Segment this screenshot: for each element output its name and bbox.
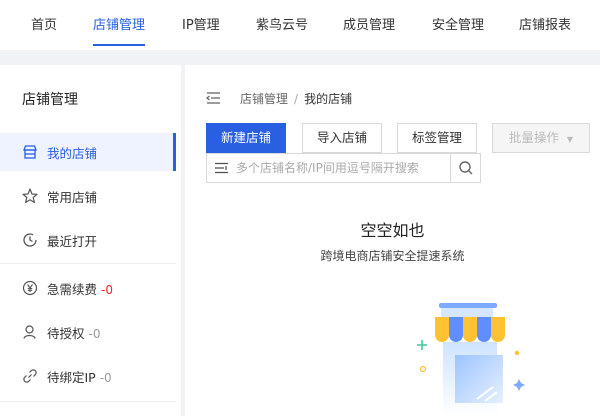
user-icon — [23, 325, 36, 339]
sidebar-item-label: 常用店铺 — [47, 190, 98, 205]
sidebar-item-label: 待绑定IP -0 — [47, 370, 112, 385]
collapse-menu-icon[interactable] — [205, 91, 221, 105]
sidebar-title: 店铺管理 — [22, 92, 78, 108]
tab-ziniao-cloud[interactable]: 紫鸟云号 — [256, 14, 308, 33]
sidebar-scrollbar[interactable] — [176, 65, 181, 416]
breadcrumb-separator: / — [294, 92, 299, 106]
sidebar-item-pending-authorization[interactable]: 待授权 -0 — [0, 313, 176, 351]
yuan-icon — [22, 280, 38, 296]
sidebar-divider — [0, 263, 176, 264]
sidebar-item-favorite-stores[interactable]: 常用店铺 — [0, 177, 176, 215]
breadcrumb: 店铺管理 / 我的店铺 — [240, 90, 352, 107]
breadcrumb-parent[interactable]: 店铺管理 — [240, 92, 288, 106]
new-store-button[interactable]: 新建店铺 — [206, 123, 286, 153]
tab-store-reports[interactable]: 店铺报表 — [519, 14, 571, 33]
empty-store-illustration — [417, 303, 525, 416]
count-badge: -0 — [101, 283, 113, 297]
search-input[interactable] — [236, 158, 446, 178]
sidebar-item-recently-opened[interactable]: 最近打开 — [0, 221, 176, 259]
tab-ip-management[interactable]: IP管理 — [182, 14, 220, 33]
caret-down-icon: ▼ — [566, 135, 574, 144]
empty-state-subtitle: 跨境电商店铺安全提速系统 — [320, 249, 465, 263]
search-box — [206, 153, 481, 183]
count-badge: -0 — [99, 371, 112, 385]
batch-ops-dropdown[interactable]: 批量操作 ▼ — [492, 123, 590, 153]
count-badge: -0 — [88, 327, 101, 341]
sidebar-item-label: 急需续费 -0 — [47, 282, 113, 297]
sidebar-item-my-stores[interactable]: 我的店铺 — [0, 133, 176, 171]
main-panel: 店铺管理 / 我的店铺 新建店铺 导入店铺 标签管理 批量操作 ▼ 空空如也 跨境电… — [185, 65, 600, 416]
tab-security-management[interactable]: 安全管理 — [432, 14, 484, 33]
sidebar-divider — [0, 401, 176, 402]
tab-member-management[interactable]: 成员管理 — [343, 14, 395, 33]
tab-home[interactable]: 首页 — [31, 14, 57, 33]
store-icon — [23, 145, 37, 159]
filter-list-icon[interactable] — [215, 162, 229, 174]
top-nav: 首页 店铺管理 IP管理 紫鸟云号 成员管理 安全管理 店铺报表 — [0, 0, 600, 50]
sidebar-item-label: 最近打开 — [47, 234, 98, 249]
tag-manage-button[interactable]: 标签管理 — [397, 123, 477, 153]
search-icon — [459, 161, 473, 175]
import-store-button[interactable]: 导入店铺 — [302, 123, 382, 153]
star-icon — [22, 188, 38, 204]
sidebar: 店铺管理 我的店铺 常用店铺 最近打开 急需续费 -0 待授权 -0 待绑定IP… — [0, 65, 176, 416]
breadcrumb-current: 我的店铺 — [304, 92, 353, 106]
empty-state-title: 空空如也 — [360, 221, 425, 240]
sidebar-item-pending-ip-binding[interactable]: 待绑定IP -0 — [0, 357, 176, 395]
clock-icon — [23, 233, 37, 247]
sidebar-item-label: 我的店铺 — [47, 146, 98, 161]
sidebar-item-label: 待授权 -0 — [47, 326, 101, 341]
active-tab-indicator — [93, 44, 145, 46]
tab-store-management[interactable]: 店铺管理 — [93, 14, 145, 33]
link-icon — [23, 369, 37, 383]
search-button[interactable] — [450, 154, 480, 182]
batch-ops-label: 批量操作 — [508, 130, 559, 145]
sidebar-item-urgent-renewal[interactable]: 急需续费 -0 — [0, 269, 176, 307]
